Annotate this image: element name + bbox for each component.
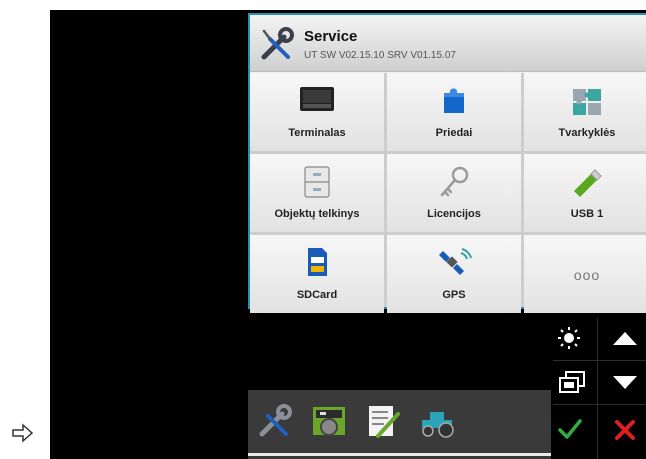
tile-sdcard[interactable]: SDCard (250, 235, 384, 313)
usb-stick-icon (574, 169, 602, 197)
service-icon[interactable] (256, 402, 294, 440)
tile-terminalas[interactable]: Terminalas (250, 73, 384, 151)
tile-label: Licencijos (427, 208, 481, 220)
scroll-down-button[interactable] (604, 362, 646, 402)
confirm-button[interactable] (553, 410, 595, 450)
service-tile-grid: Terminalas Priedai Tvarkyklės Objektų te… (250, 73, 646, 313)
tile-label: Priedai (435, 127, 473, 139)
service-panel: Service UT SW V02.15.10 SRV V01.15.07 Te… (248, 13, 646, 313)
tile-tvarkykles[interactable]: Tvarkyklės (524, 73, 646, 151)
cancel-x-icon (615, 420, 635, 440)
taskbar (248, 390, 551, 459)
panel-header: Service UT SW V02.15.10 SRV V01.15.07 (250, 15, 646, 72)
tile-more[interactable]: ooo (524, 235, 646, 313)
more-icon: ooo (573, 267, 601, 283)
tile-gps[interactable]: GPS (387, 235, 521, 313)
confirm-check-icon (558, 419, 582, 439)
tile-label: Tvarkyklės (558, 127, 616, 139)
tile-label: GPS (442, 289, 466, 301)
satellite-icon (439, 248, 472, 275)
tile-label: Objektų telkinys (274, 208, 360, 220)
scroll-up-button[interactable] (604, 318, 646, 358)
switch-window-button[interactable] (553, 362, 595, 402)
tractor-icon[interactable] (418, 402, 456, 440)
side-divider (553, 404, 646, 405)
puzzle-icon (444, 88, 464, 113)
sdcard-icon (308, 248, 327, 276)
tile-label: SDCard (296, 289, 338, 301)
cabinet-icon (304, 166, 330, 198)
side-divider (597, 318, 598, 459)
tile-usb1[interactable]: USB 1 (524, 154, 646, 232)
drivers-puzzle-icon (573, 89, 601, 115)
tile-priedai[interactable]: Priedai (387, 73, 521, 151)
cancel-button[interactable] (604, 410, 646, 450)
arrow-down-icon (613, 376, 637, 389)
brightness-button[interactable] (553, 318, 595, 358)
arrow-right-outline-icon (12, 423, 34, 443)
checklist-icon[interactable] (364, 402, 402, 440)
tile-licencijos[interactable]: Licencijos (387, 154, 521, 232)
version-subtitle: UT SW V02.15.10 SRV V01.15.07 (304, 50, 456, 61)
tile-objektu-telkinys[interactable]: Objektų telkinys (250, 154, 384, 232)
switch-window-icon (559, 371, 585, 393)
arrow-up-icon (613, 332, 637, 345)
taskbar-active-indicator (248, 453, 551, 456)
brightness-icon (558, 327, 580, 349)
service-panel-body: Service UT SW V02.15.10 SRV V01.15.07 Te… (250, 15, 646, 313)
page-title: Service (304, 28, 358, 45)
side-divider (553, 360, 646, 361)
key-icon (440, 166, 469, 197)
terminal-icon (300, 87, 334, 111)
tile-label: USB 1 (570, 208, 604, 220)
wrench-screwdriver-icon (261, 27, 294, 60)
dashboard-icon[interactable] (310, 402, 348, 440)
tile-label: Terminalas (288, 127, 346, 139)
